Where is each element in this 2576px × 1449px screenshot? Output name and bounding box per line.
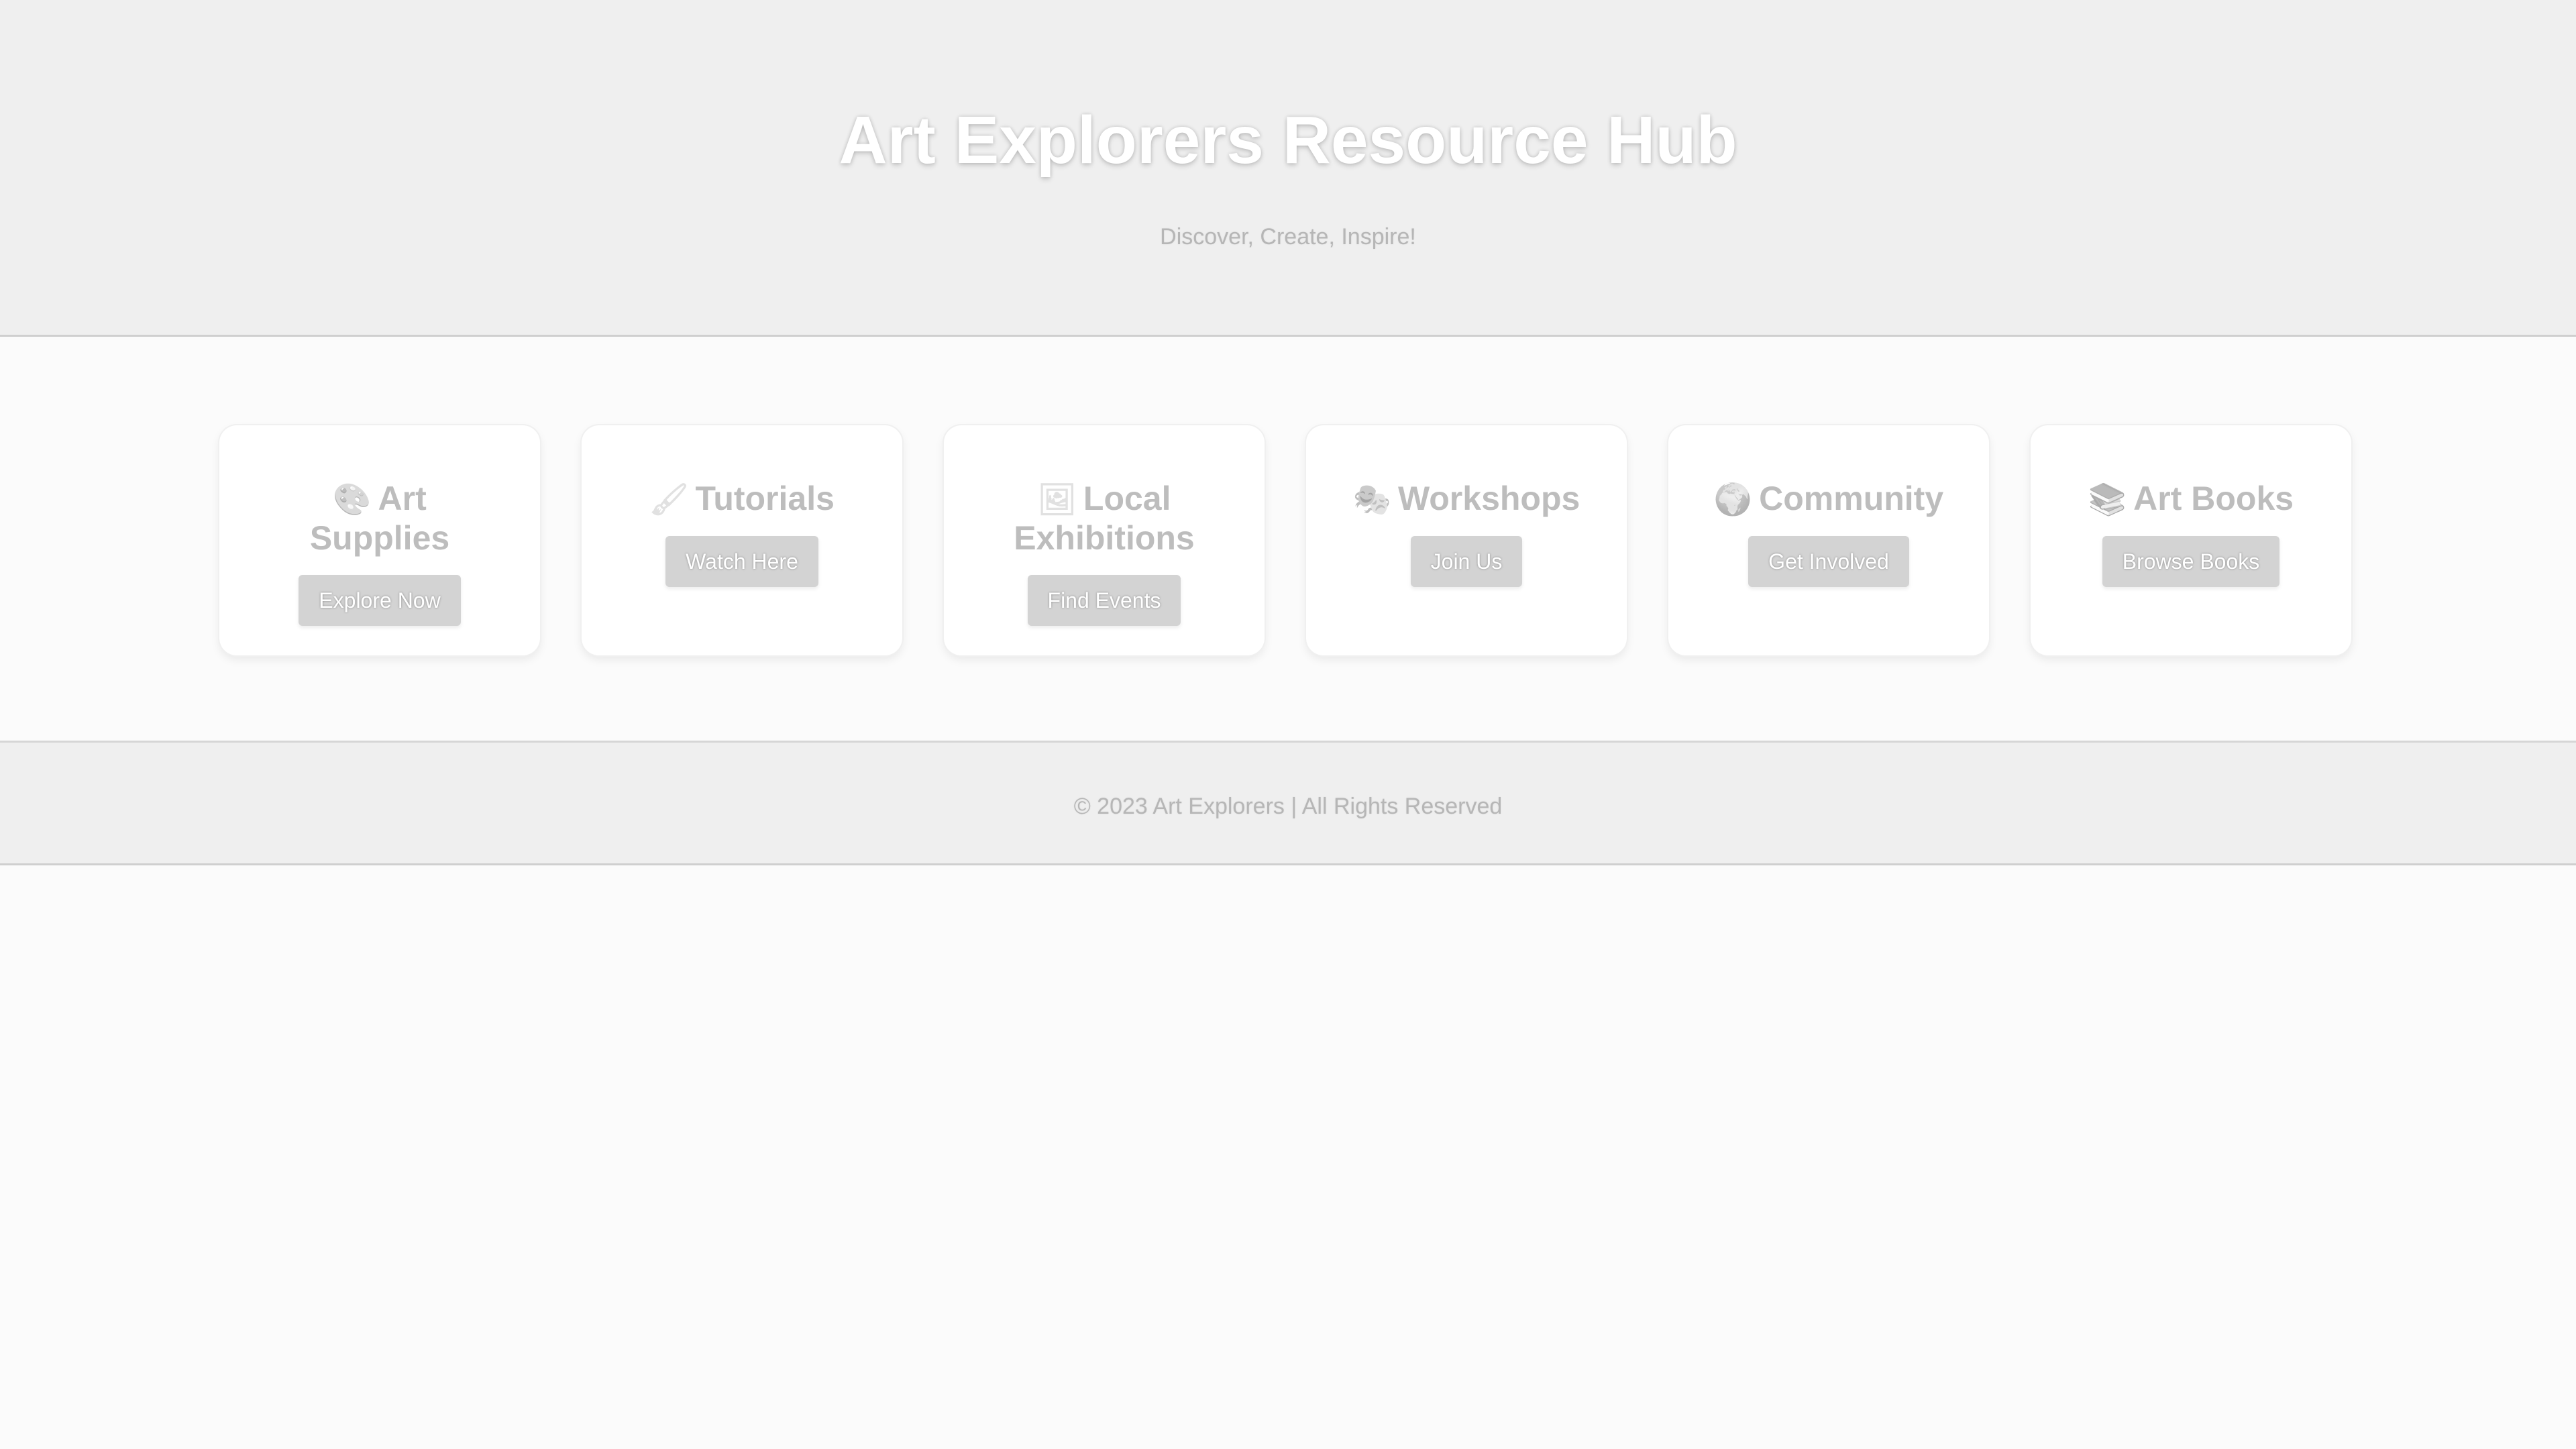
watch-here-button[interactable]: Watch Here xyxy=(665,536,818,587)
card-title-label: Community xyxy=(1759,480,1944,517)
card-title: 🎭 Workshops xyxy=(1346,479,1587,519)
card-title: 🖼 Local Exhibitions xyxy=(983,479,1225,557)
card-art-supplies: 🎨 Art Supplies Explore Now xyxy=(219,425,540,655)
copyright-text: © 2023 Art Explorers | All Rights Reserv… xyxy=(1073,794,1503,819)
site-footer: © 2023 Art Explorers | All Rights Reserv… xyxy=(0,741,2576,865)
explore-now-button[interactable]: Explore Now xyxy=(299,575,461,626)
card-title: 🖌 Tutorials xyxy=(621,479,863,519)
card-art-books: 📚 Art Books Browse Books xyxy=(2031,425,2351,655)
resource-cards: 🎨 Art Supplies Explore Now 🖌 Tutorials Wat… xyxy=(219,425,2351,655)
resource-section: 🎨 Art Supplies Explore Now 🖌 Tutorials Wat… xyxy=(0,337,2576,742)
card-title: 🎨 Art Supplies xyxy=(259,479,500,557)
globe-icon: 🌍 xyxy=(1713,482,1753,517)
get-involved-button[interactable]: Get Involved xyxy=(1748,536,1909,587)
card-title: 🌍 Community xyxy=(1708,479,1949,519)
card-title-label: Workshops xyxy=(1397,480,1580,517)
palette-icon: 🎨 xyxy=(333,482,372,517)
browse-books-button[interactable]: Browse Books xyxy=(2102,536,2280,587)
join-us-button[interactable]: Join Us xyxy=(1410,536,1523,587)
card-community: 🌍 Community Get Involved xyxy=(1668,425,1989,655)
books-icon: 📚 xyxy=(2088,482,2127,517)
card-title-label: Art Books xyxy=(2133,480,2294,517)
card-tutorials: 🖌 Tutorials Watch Here xyxy=(582,425,902,655)
page-subtitle: Discover, Create, Inspire! xyxy=(1160,224,1416,250)
site-header: Art Explorers Resource Hub Discover, Cre… xyxy=(0,0,2576,337)
card-title-label: Tutorials xyxy=(695,480,835,517)
masks-icon: 🎭 xyxy=(1352,482,1391,517)
card-workshops: 🎭 Workshops Join Us xyxy=(1306,425,1627,655)
paintbrush-icon: 🖌 xyxy=(649,482,689,517)
page-title: Art Explorers Resource Hub xyxy=(839,103,1737,178)
card-title-label: Art Supplies xyxy=(309,480,450,557)
card-local-exhibitions: 🖼 Local Exhibitions Find Events xyxy=(944,425,1265,655)
find-events-button[interactable]: Find Events xyxy=(1027,575,1181,626)
card-title: 📚 Art Books xyxy=(2070,479,2312,519)
framed-picture-icon: 🖼 xyxy=(1037,482,1077,517)
